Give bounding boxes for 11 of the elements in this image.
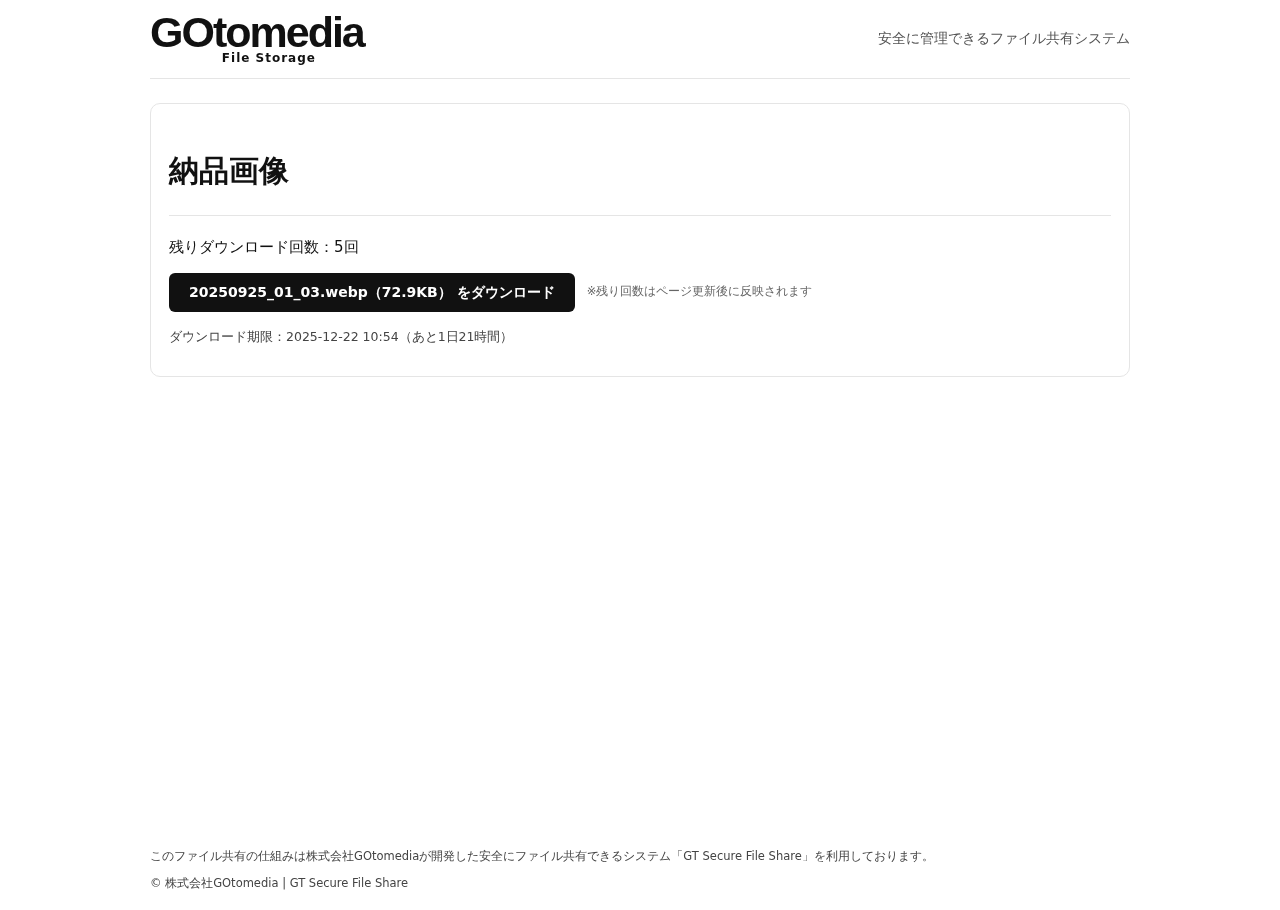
logo-subtitle: File Storage: [221, 52, 316, 64]
copyright: © 株式会社GOtomedia | GT Secure File Share: [150, 874, 410, 892]
footer-description: このファイル共有の仕組みは株式会社GOtomediaが開発した安全にファイル共有できるシステム「GT Secure File Share」を利用しております。: [150, 847, 935, 865]
refresh-note: ※残り回数はページ更新後に反映されます: [586, 283, 813, 301]
remaining-count: 残りダウンロード回数：5回: [169, 237, 360, 258]
logo-wordmark: GOtomedia: [150, 12, 364, 52]
tagline: 安全に管理できるファイル共有システム: [878, 28, 1130, 48]
card-title: 納品画像: [169, 148, 1111, 216]
download-button[interactable]: 20250925_01_03.webp（72.9KB） をダウンロード: [169, 272, 575, 312]
logo[interactable]: GOtomedia File Storage: [150, 12, 364, 64]
download-deadline: ダウンロード期限：2025-12-22 10:54（あと1日21時間）: [169, 327, 515, 346]
